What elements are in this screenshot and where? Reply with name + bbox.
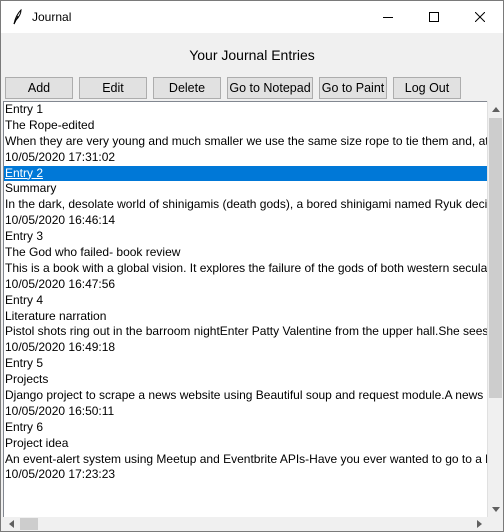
list-item[interactable]: Django project to scrape a news website … <box>4 388 488 404</box>
list-item[interactable]: Pistol shots ring out in the barroom nig… <box>4 324 488 340</box>
list-item[interactable]: This is a book with a global vision. It … <box>4 261 488 277</box>
scroll-down-button[interactable] <box>488 501 503 517</box>
horizontal-scroll-thumb[interactable] <box>20 518 38 530</box>
list-item[interactable]: 10/05/2020 16:47:56 <box>4 277 488 293</box>
list-item[interactable]: 10/05/2020 17:31:02 <box>4 150 488 166</box>
list-item[interactable]: Entry 3 <box>4 229 488 245</box>
list-item[interactable]: An event-alert system using Meetup and E… <box>4 452 488 468</box>
list-item[interactable]: Entry 1 <box>4 102 488 118</box>
entries-listbox[interactable]: Entry 1 The Rope-edited When they are ve… <box>3 101 489 519</box>
scrollbar-corner <box>487 517 503 531</box>
chevron-down-icon <box>491 506 500 512</box>
scroll-up-button[interactable] <box>488 101 503 117</box>
maximize-icon <box>429 12 439 22</box>
list-item[interactable]: Literature narration <box>4 309 488 325</box>
list-item[interactable]: 10/05/2020 16:46:14 <box>4 213 488 229</box>
close-icon <box>475 12 485 22</box>
scroll-left-button[interactable] <box>3 517 19 531</box>
list-item[interactable]: The God who failed- book review <box>4 245 488 261</box>
vertical-scroll-thumb[interactable] <box>489 118 502 398</box>
minimize-button[interactable] <box>365 1 411 33</box>
list-item[interactable]: Entry 6 <box>4 420 488 436</box>
list-item[interactable]: 10/05/2020 16:49:18 <box>4 340 488 356</box>
toolbar: Add Edit Delete Go to Notepad Go to Pain… <box>1 77 503 101</box>
horizontal-scrollbar[interactable] <box>3 517 487 531</box>
minimize-icon <box>383 17 393 18</box>
maximize-button[interactable] <box>411 1 457 33</box>
list-item[interactable]: Entry 5 <box>4 356 488 372</box>
add-button[interactable]: Add <box>5 77 73 99</box>
title-bar[interactable]: Journal <box>1 1 503 33</box>
page-heading: Your Journal Entries <box>189 47 315 63</box>
list-item[interactable]: 10/05/2020 17:23:23 <box>4 467 488 483</box>
chevron-up-icon <box>491 106 500 112</box>
list-item[interactable]: When they are very young and much smalle… <box>4 134 488 150</box>
close-button[interactable] <box>457 1 503 33</box>
go-to-notepad-button[interactable]: Go to Notepad <box>227 77 313 99</box>
list-item[interactable]: 10/05/2020 16:50:11 <box>4 404 488 420</box>
scroll-right-button[interactable] <box>471 517 487 531</box>
window-title: Journal <box>32 10 72 24</box>
delete-button[interactable]: Delete <box>153 77 221 99</box>
vertical-scrollbar[interactable] <box>487 101 503 517</box>
list-item[interactable]: Entry 4 <box>4 293 488 309</box>
selected-item-label: Entry 2 <box>5 165 44 180</box>
list-item-selected[interactable]: Entry 2 <box>4 165 488 182</box>
list-item[interactable]: Project idea <box>4 436 488 452</box>
list-item[interactable]: In the dark, desolate world of shinigami… <box>4 197 488 213</box>
list-item[interactable]: The Rope-edited <box>4 118 488 134</box>
edit-button[interactable]: Edit <box>79 77 147 99</box>
list-item[interactable]: Projects <box>4 372 488 388</box>
chevron-left-icon <box>8 520 14 528</box>
chevron-right-icon <box>476 520 482 528</box>
go-to-paint-button[interactable]: Go to Paint <box>319 77 387 99</box>
feather-icon <box>9 8 25 25</box>
list-item[interactable]: Summary <box>4 181 488 197</box>
journal-window: Journal Your Journal Entries Add Edit De… <box>0 0 504 532</box>
log-out-button[interactable]: Log Out <box>393 77 461 99</box>
